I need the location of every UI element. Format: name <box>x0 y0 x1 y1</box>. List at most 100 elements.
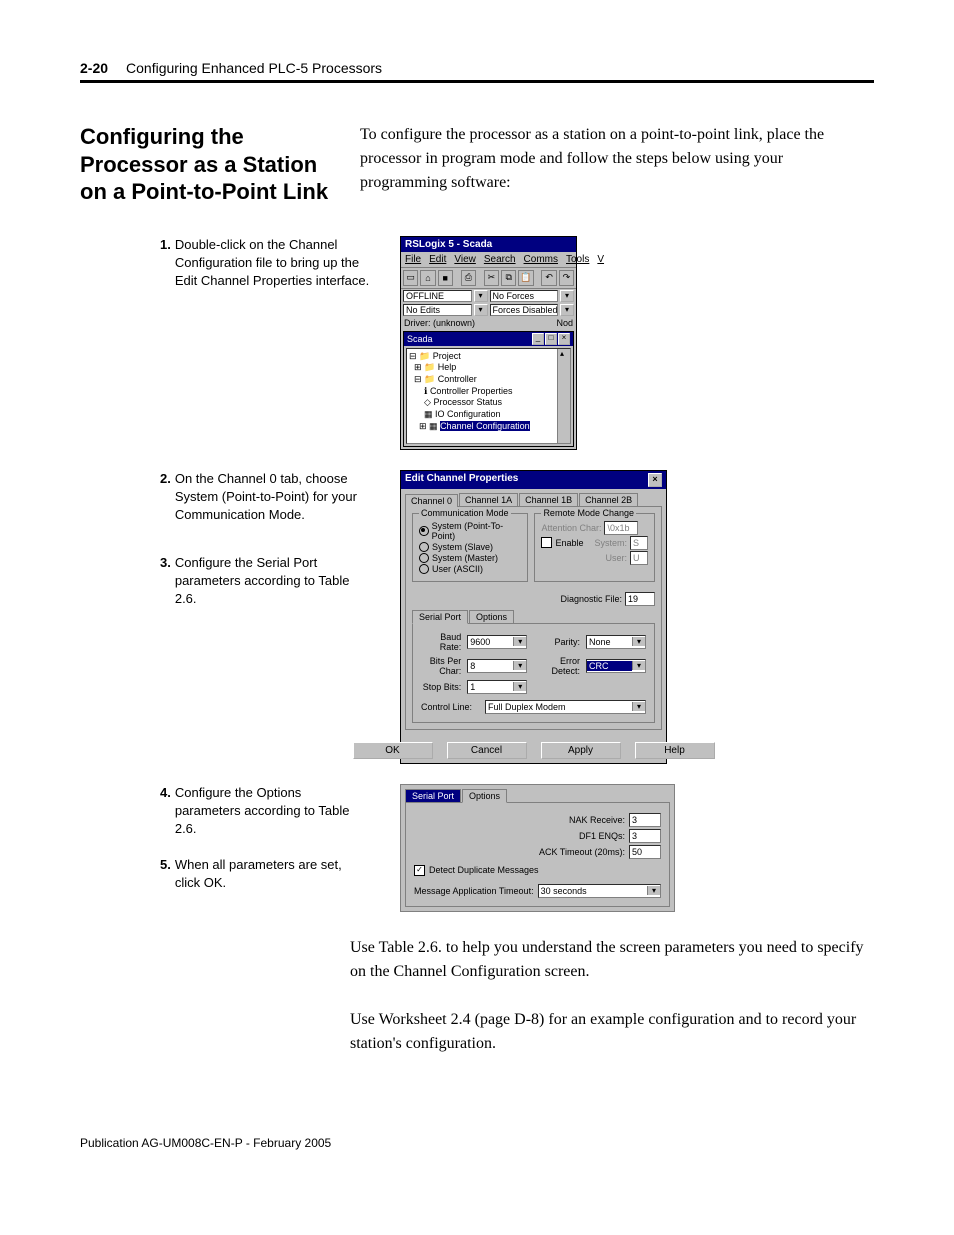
cut-icon[interactable]: ✂ <box>484 270 499 286</box>
undo-icon[interactable]: ↶ <box>541 270 556 286</box>
error-dropdown[interactable]: CRC▾ <box>586 659 646 673</box>
tab-channel-1a[interactable]: Channel 1A <box>459 493 518 506</box>
system-field: S <box>630 536 648 550</box>
step-2: 2. On the Channel 0 tab, choose System (… <box>160 470 370 525</box>
menu-bar[interactable]: File Edit View Search Comms Tools V <box>401 252 576 268</box>
chevron-down-icon: ▾ <box>647 886 660 895</box>
ok-button[interactable]: OK <box>353 742 433 759</box>
page-header: 2-20 Configuring Enhanced PLC-5 Processo… <box>80 60 874 83</box>
tree-channel-configuration[interactable]: Channel Configuration <box>440 421 530 431</box>
driver-label: Driver: (unknown) <box>404 318 475 328</box>
radio-slave[interactable] <box>419 542 429 552</box>
radio-label: User (ASCII) <box>432 564 483 574</box>
tree-help[interactable]: Help <box>438 362 457 372</box>
step-text: When all parameters are set, click OK. <box>175 856 370 892</box>
enq-field[interactable]: 3 <box>629 829 661 843</box>
menu-comms[interactable]: Comms <box>524 254 558 265</box>
tab-channel-0[interactable]: Channel 0 <box>405 494 458 507</box>
menu-v[interactable]: V <box>597 254 604 265</box>
copy-icon[interactable]: ⧉ <box>501 270 516 286</box>
user-field: U <box>630 551 648 565</box>
dropdown-icon[interactable]: ▾ <box>474 290 488 302</box>
stop-label: Stop Bits: <box>421 682 461 692</box>
toolbar: ▭ ⌂ ■ ⎙ ✂ ⧉ 📋 ↶ ↷ <box>401 268 576 289</box>
subtab-options[interactable]: Options <box>462 789 507 803</box>
status-offline: OFFLINE <box>403 290 472 302</box>
scrollbar[interactable] <box>557 349 570 443</box>
tree-controller[interactable]: Controller <box>438 374 477 384</box>
dropdown-icon[interactable]: ▾ <box>474 304 488 316</box>
error-label: Error Detect: <box>533 656 580 676</box>
step-text: Configure the Options parameters accordi… <box>175 784 370 839</box>
ack-field[interactable]: 50 <box>629 845 661 859</box>
minimize-icon[interactable]: _ <box>532 333 544 345</box>
subtab-serial[interactable]: Serial Port <box>405 789 461 803</box>
nak-label: NAK Receive: <box>569 815 625 825</box>
tab-channel-2b[interactable]: Channel 2B <box>579 493 638 506</box>
paragraph-2: Use Worksheet 2.4 (page D-8) for an exam… <box>350 1008 874 1056</box>
tree-io-configuration[interactable]: IO Configuration <box>435 409 501 419</box>
menu-file[interactable]: File <box>405 254 421 265</box>
parity-dropdown[interactable]: None▾ <box>586 635 646 649</box>
maximize-icon[interactable]: □ <box>545 333 557 345</box>
edit-channel-dialog: Edit Channel Properties × Channel 0 Chan… <box>400 470 667 764</box>
baud-dropdown[interactable]: 9600▾ <box>467 635 527 649</box>
chevron-down-icon: ▾ <box>513 637 526 646</box>
step-4: 4. Configure the Options parameters acco… <box>160 784 370 839</box>
menu-view[interactable]: View <box>454 254 476 265</box>
radio-ascii[interactable] <box>419 564 429 574</box>
step-num: 4. <box>160 784 171 839</box>
subtab-options[interactable]: Options <box>469 610 514 624</box>
cancel-button[interactable]: Cancel <box>447 742 527 759</box>
menu-search[interactable]: Search <box>484 254 516 265</box>
stop-dropdown[interactable]: 1▾ <box>467 680 527 694</box>
tree-processor-status[interactable]: Processor Status <box>433 397 502 407</box>
save-icon[interactable]: ■ <box>438 270 453 286</box>
print-icon[interactable]: ⎙ <box>461 270 476 286</box>
chevron-down-icon: ▾ <box>632 661 645 670</box>
attention-label: Attention Char: <box>541 523 601 533</box>
page-number: 2-20 <box>80 60 108 76</box>
paste-icon[interactable]: 📋 <box>518 270 533 286</box>
subtab-serial[interactable]: Serial Port <box>412 610 468 624</box>
radio-label: System (Point-To-Point) <box>432 521 522 541</box>
diag-label: Diagnostic File: <box>560 594 622 604</box>
radio-p2p[interactable] <box>419 526 429 536</box>
paragraph-1: Use Table 2.6. to help you understand th… <box>350 936 874 984</box>
baud-label: Baud Rate: <box>421 632 461 652</box>
tree-controller-properties[interactable]: Controller Properties <box>430 386 513 396</box>
msg-timeout-dropdown[interactable]: 30 seconds▾ <box>538 884 661 898</box>
tree-project[interactable]: Project <box>433 351 461 361</box>
user-label: User: <box>605 553 627 563</box>
attention-field: \0x1b <box>604 521 638 535</box>
project-tree[interactable]: ⊟ 📁 Project ⊞ 📁 Help ⊟ 📁 Controller ℹ Co… <box>406 348 571 444</box>
redo-icon[interactable]: ↷ <box>559 270 574 286</box>
enable-checkbox[interactable] <box>541 537 552 548</box>
step-num: 5. <box>160 856 171 892</box>
apply-button[interactable]: Apply <box>541 742 621 759</box>
open-icon[interactable]: ⌂ <box>420 270 435 286</box>
menu-tools[interactable]: Tools <box>566 254 589 265</box>
dup-checkbox[interactable]: ✓ <box>414 865 425 876</box>
window-title: RSLogix 5 - Scada <box>401 237 576 252</box>
dropdown-icon[interactable]: ▾ <box>560 290 574 302</box>
control-line-dropdown[interactable]: Full Duplex Modem▾ <box>485 700 646 714</box>
step-num: 1. <box>160 236 171 291</box>
close-icon[interactable]: × <box>558 333 570 345</box>
chevron-down-icon: ▾ <box>513 661 526 670</box>
nak-field[interactable]: 3 <box>629 813 661 827</box>
parity-label: Parity: <box>533 637 580 647</box>
bits-dropdown[interactable]: 8▾ <box>467 659 527 673</box>
radio-master[interactable] <box>419 553 429 563</box>
system-label: System: <box>594 538 627 548</box>
dropdown-icon[interactable]: ▾ <box>560 304 574 316</box>
step-1: 1. Double-click on the Channel Configura… <box>160 236 370 291</box>
tab-channel-1b[interactable]: Channel 1B <box>519 493 578 506</box>
help-button[interactable]: Help <box>635 742 715 759</box>
menu-edit[interactable]: Edit <box>429 254 446 265</box>
step-num: 2. <box>160 470 171 525</box>
diag-field[interactable]: 19 <box>625 592 655 606</box>
radio-label: System (Master) <box>432 553 498 563</box>
new-icon[interactable]: ▭ <box>403 270 418 286</box>
close-icon[interactable]: × <box>648 473 662 487</box>
